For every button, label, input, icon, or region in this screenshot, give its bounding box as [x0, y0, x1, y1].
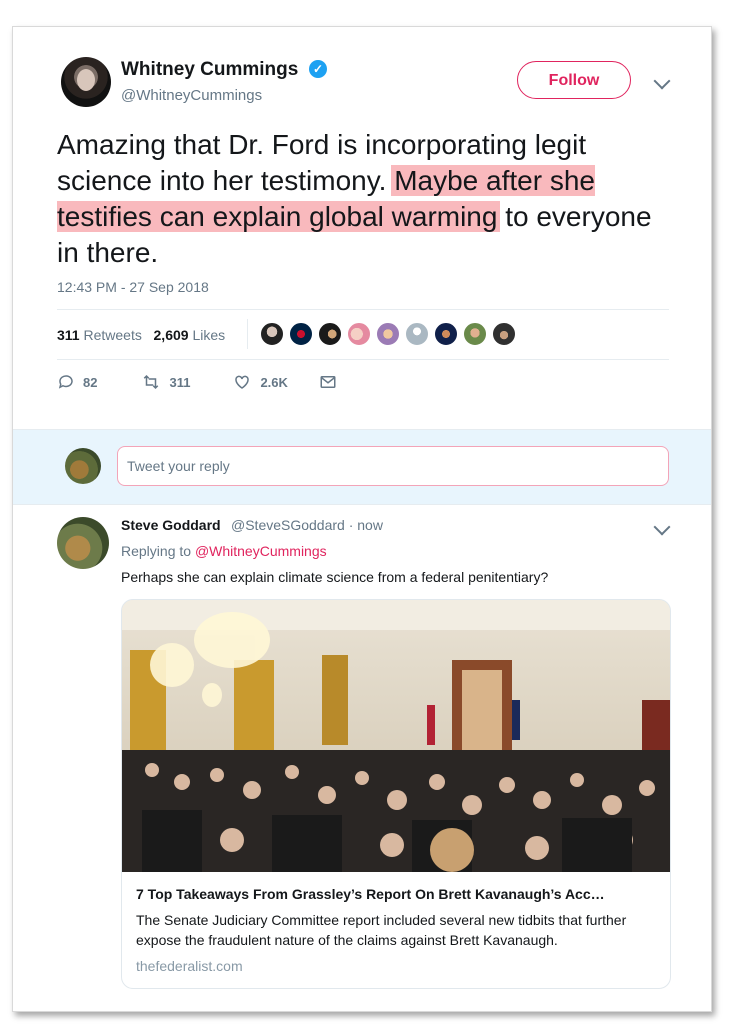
liker-avatar[interactable]	[259, 321, 285, 347]
link-preview-card[interactable]: 7 Top Takeaways From Grassley’s Report O…	[121, 599, 671, 989]
like-count: 2.6K	[260, 374, 288, 390]
article-photo	[122, 600, 670, 872]
follow-button[interactable]: Follow	[517, 61, 631, 99]
liker-avatar[interactable]	[404, 321, 430, 347]
reply-input[interactable]: Tweet your reply	[117, 446, 669, 486]
likes-label[interactable]: Likes	[192, 327, 225, 343]
replying-to-link[interactable]: @WhitneyCummings	[195, 543, 327, 559]
heart-icon	[235, 375, 250, 389]
verified-badge-icon: ✓	[309, 60, 327, 78]
envelope-icon	[320, 376, 336, 388]
reply-composer: Tweet your reply	[13, 429, 711, 505]
retweet-button[interactable]: 311	[141, 373, 190, 391]
retweet-icon	[144, 374, 159, 390]
link-domain[interactable]: thefederalist.com	[136, 958, 243, 974]
divider	[247, 319, 248, 349]
liker-avatar[interactable]	[491, 321, 517, 347]
author-avatar[interactable]	[61, 57, 111, 107]
liker-avatar[interactable]	[433, 321, 459, 347]
link-title[interactable]: 7 Top Takeaways From Grassley’s Report O…	[136, 886, 656, 902]
retweets-label[interactable]: Retweets	[83, 327, 141, 343]
reply-icon	[58, 375, 73, 389]
chevron-down-icon[interactable]	[653, 72, 671, 90]
liker-avatar[interactable]	[375, 321, 401, 347]
current-user-avatar[interactable]	[65, 448, 101, 484]
liker-avatar[interactable]	[317, 321, 343, 347]
chevron-down-icon[interactable]	[653, 518, 671, 536]
liker-avatar[interactable]	[462, 321, 488, 347]
link-meta: 7 Top Takeaways From Grassley’s Report O…	[122, 872, 670, 988]
link-description: The Senate Judiciary Committee report in…	[136, 912, 627, 948]
reply-author-name[interactable]: Steve Goddard	[121, 517, 221, 533]
tweet-text: Amazing that Dr. Ford is incorporating l…	[57, 129, 652, 268]
divider	[57, 309, 669, 310]
tweet-timestamp[interactable]: 12:43 PM - 27 Sep 2018	[57, 279, 209, 295]
reply-author-handle[interactable]: @SteveSGoddard · now	[231, 517, 383, 533]
liker-avatars	[259, 321, 517, 347]
author-handle[interactable]: @WhitneyCummings	[121, 87, 262, 104]
message-button[interactable]	[318, 373, 346, 391]
replying-to: Replying to @WhitneyCummings	[121, 543, 327, 559]
tweet-stats: 311 Retweets 2,609 Likes	[57, 327, 225, 343]
like-button[interactable]: 2.6K	[232, 373, 288, 391]
likes-count[interactable]: 2,609	[154, 327, 189, 343]
reply-author-avatar[interactable]	[57, 517, 109, 569]
liker-avatar[interactable]	[288, 321, 314, 347]
author-name[interactable]: Whitney Cummings	[121, 59, 298, 81]
reply-text: Perhaps she can explain climate science …	[121, 569, 549, 585]
reply-count: 82	[83, 374, 98, 390]
tweet-card: Whitney Cummings ✓ @WhitneyCummings Foll…	[12, 26, 712, 1012]
retweets-count[interactable]: 311	[57, 327, 80, 343]
retweet-count: 311	[169, 374, 191, 390]
tweet-actions: 82 311 2.6K	[57, 373, 384, 391]
liker-avatar[interactable]	[346, 321, 372, 347]
reply-button[interactable]: 82	[57, 373, 97, 391]
divider	[57, 359, 669, 360]
